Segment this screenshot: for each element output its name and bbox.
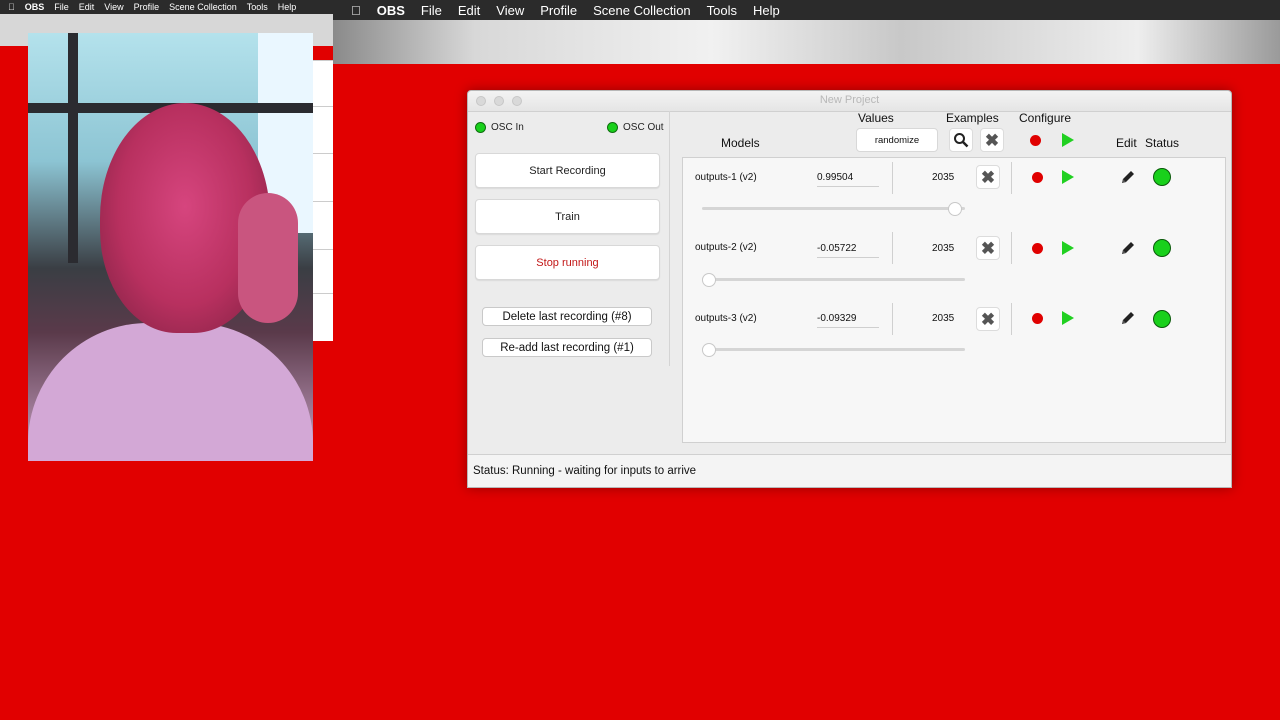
desktop-background [333, 20, 1280, 64]
run-model-icon[interactable] [1057, 307, 1079, 329]
app-window: New Project OSC In OSC Out Start Recordi… [467, 90, 1232, 488]
delete-last-recording-button[interactable]: Delete last recording (#8) [482, 307, 652, 326]
row-separator [1011, 303, 1012, 335]
model-name: outputs-2 (v2) [695, 242, 757, 253]
menu-file[interactable]: File [54, 2, 69, 12]
model-name: outputs-1 (v2) [695, 172, 757, 183]
model-slider[interactable] [702, 202, 965, 216]
menu-tools[interactable]: Tools [707, 3, 737, 18]
menu-file[interactable]: File [421, 3, 442, 18]
slider-knob[interactable] [947, 202, 962, 216]
menu-edit[interactable]: Edit [79, 2, 95, 12]
header-status: Status [1145, 136, 1180, 150]
model-status-icon [1153, 310, 1171, 328]
side-panel-fragment [313, 60, 333, 341]
menu-tools[interactable]: Tools [247, 2, 268, 12]
header-models: Models [721, 136, 760, 150]
run-all-icon[interactable] [1057, 129, 1079, 151]
record-model-icon[interactable] [1026, 166, 1048, 188]
readd-last-recording-button[interactable]: Re-add last recording (#1) [482, 338, 652, 357]
model-value: -0.09329 [817, 313, 879, 328]
record-model-icon[interactable] [1026, 237, 1048, 259]
window-title: New Project [819, 94, 880, 106]
pencil-icon[interactable] [1117, 166, 1139, 188]
menu-profile[interactable]: Profile [540, 3, 577, 18]
pencil-icon[interactable] [1117, 307, 1139, 329]
model-slider[interactable] [702, 273, 965, 287]
models-list: outputs-1 (v2) 0.99504 2035 ✖ outputs-2 … [682, 157, 1226, 443]
osc-out-label: OSC Out [623, 122, 664, 133]
model-status-icon [1153, 168, 1171, 186]
menu-profile[interactable]: Profile [134, 2, 160, 12]
run-model-icon[interactable] [1057, 237, 1079, 259]
model-example-count: 2035 [932, 243, 955, 254]
menubar-secondary:  OBS File Edit View Profile Scene Colle… [0, 0, 333, 14]
osc-out-status-icon [607, 122, 618, 133]
train-button[interactable]: Train [475, 199, 660, 234]
status-bar: Status: Running - waiting for inputs to … [468, 454, 1231, 487]
apple-icon[interactable]:  [351, 3, 361, 18]
menubar-main:  OBS File Edit View Profile Scene Colle… [333, 0, 1280, 20]
randomize-button[interactable]: randomize [856, 128, 938, 152]
clear-all-examples-icon[interactable]: ✖ [980, 128, 1004, 152]
menu-app-name[interactable]: OBS [25, 2, 45, 12]
model-example-count: 2035 [932, 172, 955, 183]
header-values: Values [858, 111, 894, 125]
search-icon[interactable] [949, 128, 973, 152]
control-panel: OSC In OSC Out Start Recording Train Sto… [468, 111, 670, 366]
menu-help[interactable]: Help [753, 3, 780, 18]
menu-app-name[interactable]: OBS [377, 3, 405, 18]
model-value: -0.05722 [817, 243, 879, 258]
slider-knob[interactable] [702, 273, 716, 287]
clear-examples-icon[interactable]: ✖ [976, 307, 1000, 331]
header-examples: Examples [946, 111, 999, 125]
row-separator [892, 162, 893, 194]
row-separator [1011, 232, 1012, 264]
menu-scene-collection[interactable]: Scene Collection [169, 2, 237, 12]
apple-icon[interactable]:  [8, 2, 15, 12]
menu-help[interactable]: Help [278, 2, 297, 12]
start-recording-button[interactable]: Start Recording [475, 153, 660, 188]
model-name: outputs-3 (v2) [695, 313, 757, 324]
osc-out-indicator: OSC Out [607, 122, 664, 133]
webcam-person-hand [238, 193, 298, 323]
record-model-icon[interactable] [1026, 307, 1048, 329]
slider-knob[interactable] [702, 343, 716, 357]
webcam-window-frame [68, 33, 78, 263]
window-titlebar[interactable]: New Project [468, 91, 1231, 112]
menu-scene-collection[interactable]: Scene Collection [593, 3, 691, 18]
menu-edit[interactable]: Edit [458, 3, 480, 18]
header-edit: Edit [1116, 136, 1137, 150]
record-all-icon[interactable] [1024, 129, 1046, 151]
webcam-video [28, 33, 313, 461]
run-model-icon[interactable] [1057, 166, 1079, 188]
row-separator [892, 232, 893, 264]
clear-examples-icon[interactable]: ✖ [976, 236, 1000, 260]
clear-examples-icon[interactable]: ✖ [976, 165, 1000, 189]
osc-in-indicator: OSC In [475, 122, 524, 133]
osc-in-label: OSC In [491, 122, 524, 133]
model-slider[interactable] [702, 343, 965, 357]
model-value: 0.99504 [817, 172, 879, 187]
pencil-icon[interactable] [1117, 237, 1139, 259]
row-separator [1011, 162, 1012, 194]
model-status-icon [1153, 239, 1171, 257]
model-example-count: 2035 [932, 313, 955, 324]
osc-in-status-icon [475, 122, 486, 133]
menu-view[interactable]: View [104, 2, 123, 12]
menu-view[interactable]: View [496, 3, 524, 18]
row-separator [892, 303, 893, 335]
stop-running-button[interactable]: Stop running [475, 245, 660, 280]
webcam-person-body [28, 323, 313, 461]
header-configure: Configure [1019, 111, 1072, 125]
